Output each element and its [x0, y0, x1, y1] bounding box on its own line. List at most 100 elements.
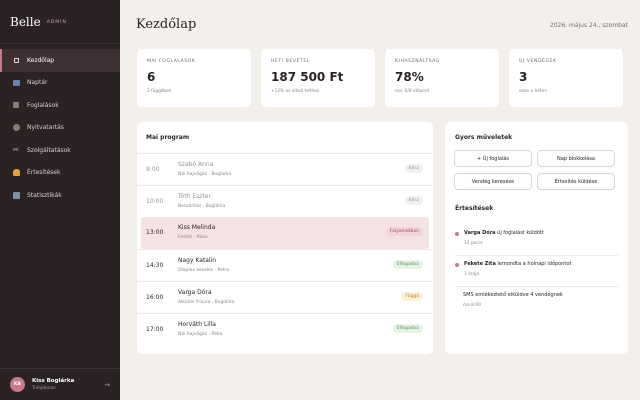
appointment-client: Kiss Melinda	[178, 224, 216, 231]
list-icon	[12, 101, 20, 109]
appointment-detail: Festés · Réka	[178, 235, 208, 240]
sidebar-item-label: Nyitvatartás	[27, 124, 64, 132]
sidebar-item-label: Szolgáltatások	[27, 146, 71, 154]
brand-name: Belle	[10, 14, 41, 29]
brand[interactable]: Belle ADMIN	[0, 0, 120, 44]
new-booking-button[interactable]: + Új foglalás	[454, 150, 532, 167]
stat-label: MAI FOGLALÁSOK	[147, 59, 196, 64]
stat-sub: 2 függőben	[147, 89, 172, 94]
search-guest-button[interactable]: Vendég keresése	[454, 173, 532, 190]
appointment-detail: Női hajvágás · Boglárka	[178, 172, 232, 177]
stat-value: 187 500 Ft	[271, 70, 344, 84]
scissors-icon: ✂	[13, 146, 19, 155]
unread-dot	[455, 263, 459, 267]
appointment-detail: Alkalmi frizura · Boglárka	[178, 300, 235, 305]
stat-label: HETI BEVÉTEL	[271, 59, 310, 64]
notifications-title: Értesítések	[455, 205, 494, 212]
avatar: KB	[10, 377, 25, 392]
appointment-detail: Ólaplex kezelés · Petra	[178, 268, 230, 273]
unread-dot	[455, 232, 459, 236]
appointment-time: 17:00	[146, 326, 164, 333]
sidebar-item-label: Értesítések	[27, 169, 61, 177]
current-date: 2026. május 24., szombat	[549, 22, 628, 29]
sidebar-item-statisztikak[interactable]: Statisztikák	[0, 184, 120, 207]
appointment-row[interactable]: 13:00 Kiss Melinda Festés · Réka Folyama…	[141, 217, 429, 249]
stat-card-bookings: MAI FOGLALÁSOK 6 2 függőben	[137, 49, 251, 107]
brand-tag: ADMIN	[46, 20, 67, 25]
notification-time: 12 perce	[464, 241, 483, 246]
notification-time: ma 8:00	[463, 303, 481, 308]
notification-text: Varga Dóra új foglalást küldött	[464, 230, 544, 236]
stat-sub: +12% az előző héthez	[271, 89, 320, 94]
sidebar-item-label: Statisztikák	[27, 191, 62, 199]
appointment-client: Szabó Anna	[178, 161, 214, 168]
sidebar-item-label: Naptár	[27, 79, 48, 87]
panel-title: Mai program	[146, 134, 190, 141]
home-icon	[12, 56, 20, 64]
appointment-row[interactable]: 10:00 Tóth Eszter Beszárítás · Boglárka …	[137, 185, 433, 217]
status-badge: Elfogadva	[392, 260, 423, 269]
stat-card-new-guests: ÚJ VENDÉGEK 3 ezen a héten	[509, 49, 623, 107]
notification-item[interactable]: Fekete Zita lemondta a holnapi időpontot…	[455, 257, 618, 287]
side-panel: Gyors műveletek + Új foglalás Nap blokko…	[445, 122, 628, 354]
appointment-detail: Beszárítás · Boglárka	[178, 204, 226, 209]
sidebar-item-label: Kezdőlap	[27, 56, 55, 64]
send-notification-button[interactable]: Értesítés küldése	[537, 173, 615, 190]
page-title: Kezdőlap	[136, 17, 197, 32]
appointment-row[interactable]: 14:30 Nagy Katalin Ólaplex kezelés · Pet…	[137, 249, 433, 281]
sidebar-item-kezdolap[interactable]: Kezdőlap	[0, 49, 120, 72]
appointment-time: 10:00	[146, 198, 164, 205]
status-badge: Kész	[404, 196, 423, 205]
appointment-row[interactable]: 9:00 Szabó Anna Női hajvágás · Boglárka …	[137, 153, 433, 185]
sidebar-item-foglalasok[interactable]: Foglalások	[0, 94, 120, 117]
daily-program-panel: Mai program 9:00 Szabó Anna Női hajvágás…	[137, 122, 433, 354]
appointment-time: 16:00	[146, 294, 164, 301]
stat-label: ÚJ VENDÉGEK	[519, 59, 557, 64]
sidebar-nav: Kezdőlap Naptár Foglalások Nyitvatartás …	[0, 49, 120, 207]
appointment-time: 9:00	[146, 166, 160, 173]
header: Kezdőlap 2026. május 24., szombat	[120, 0, 640, 44]
block-day-button[interactable]: Nap blokkolása	[537, 150, 615, 167]
notification-time: 1 órája	[464, 272, 479, 277]
appointment-client: Horváth Lilla	[178, 321, 216, 328]
quick-actions-title: Gyors műveletek	[455, 134, 513, 141]
notification-item[interactable]: Varga Dóra új foglalást küldött 12 perce	[455, 226, 618, 256]
appointment-detail: Női hajvágás · Réka	[178, 332, 223, 337]
status-badge: Függő	[401, 292, 423, 301]
stat-sub: ma: 6/8 időpont	[395, 89, 430, 94]
sidebar-item-szolgaltatasok[interactable]: ✂ Szolgáltatások	[0, 139, 120, 162]
sidebar-item-nyitvatartas[interactable]: Nyitvatartás	[0, 117, 120, 140]
appointment-time: 14:30	[146, 262, 164, 269]
user-profile[interactable]: KB Kiss Boglárka Tulajdonos →	[0, 368, 120, 400]
bell-icon	[12, 169, 20, 177]
chart-icon	[12, 191, 20, 199]
appointment-client: Nagy Katalin	[178, 257, 217, 264]
notification-item[interactable]: SMS emlékeztető elküldve 4 vendégnek ma …	[455, 288, 618, 318]
sidebar-item-ertesitesek[interactable]: Értesítések	[0, 162, 120, 185]
stat-card-utilization: KIHASZNÁLTSÁG 78% ma: 6/8 időpont	[385, 49, 499, 107]
stat-value: 6	[147, 70, 156, 84]
appointment-row[interactable]: 17:00 Horváth Lilla Női hajvágás · Réka …	[137, 313, 433, 345]
appointment-client: Tóth Eszter	[178, 193, 211, 200]
stat-value: 78%	[395, 70, 424, 84]
notification-text: SMS emlékeztető elküldve 4 vendégnek	[463, 292, 563, 298]
notification-text: Fekete Zita lemondta a holnapi időpontot	[464, 261, 572, 267]
appointment-time: 13:00	[146, 229, 164, 236]
status-badge: Kész	[404, 164, 423, 173]
calendar-icon	[12, 79, 20, 87]
sidebar: Belle ADMIN Kezdőlap Naptár Foglalások N…	[0, 0, 120, 400]
stat-sub: ezen a héten	[519, 89, 548, 94]
sidebar-item-naptar[interactable]: Naptár	[0, 72, 120, 95]
stat-card-revenue: HETI BEVÉTEL 187 500 Ft +12% az előző hé…	[261, 49, 375, 107]
appointment-client: Varga Dóra	[178, 289, 212, 296]
clock-icon	[12, 124, 20, 132]
user-role: Tulajdonos	[32, 386, 56, 391]
status-badge: Elfogadva	[392, 324, 423, 333]
stat-value: 3	[519, 70, 528, 84]
status-badge: Folyamatban	[385, 227, 423, 236]
sidebar-item-label: Foglalások	[27, 101, 59, 109]
appointment-row[interactable]: 16:00 Varga Dóra Alkalmi frizura · Boglá…	[137, 281, 433, 313]
stat-label: KIHASZNÁLTSÁG	[395, 59, 440, 64]
stats-row: MAI FOGLALÁSOK 6 2 függőben HETI BEVÉTEL…	[137, 49, 623, 107]
logout-icon[interactable]: →	[104, 381, 110, 389]
